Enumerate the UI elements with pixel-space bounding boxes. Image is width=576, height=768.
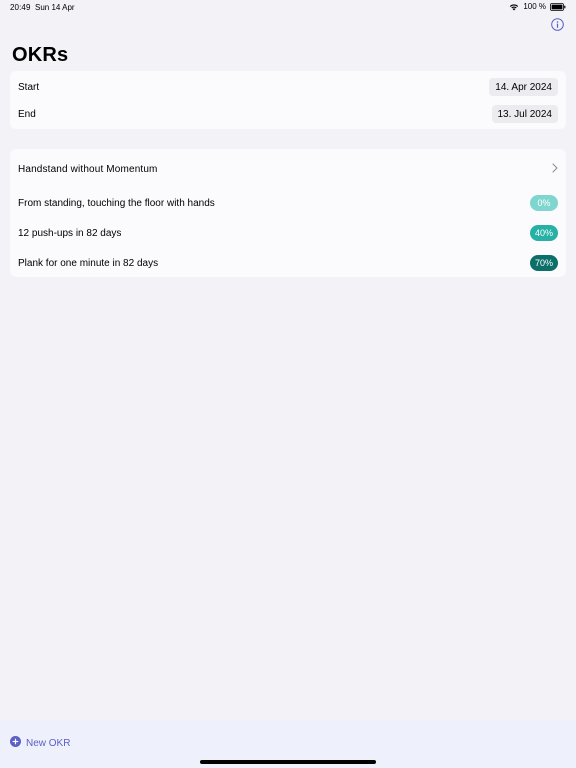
key-result-label: Plank for one minute in 82 days xyxy=(18,257,159,269)
chevron-right-icon xyxy=(552,160,558,178)
status-right: 100 % xyxy=(509,2,566,11)
okr-screen: 20:49 Sun 14 Apr 100 % OKRs Start 14. Ap… xyxy=(0,0,576,768)
end-date-row: End 13. Jul 2024 xyxy=(10,105,566,123)
battery-icon xyxy=(550,2,566,11)
key-result-row[interactable]: 12 push-ups in 82 days 40% xyxy=(10,224,566,242)
status-date: Sun 14 Apr xyxy=(35,3,75,12)
info-button[interactable] xyxy=(550,18,564,36)
new-okr-label: New OKR xyxy=(26,737,71,749)
progress-badge: 40% xyxy=(530,225,558,241)
end-label: End xyxy=(18,108,36,120)
progress-badge: 0% xyxy=(530,195,558,211)
wifi-icon xyxy=(509,3,519,11)
page-title: OKRs xyxy=(12,44,69,66)
progress-badge: 70% xyxy=(530,255,558,271)
key-result-row[interactable]: Plank for one minute in 82 days 70% xyxy=(10,254,566,272)
key-result-label: From standing, touching the floor with h… xyxy=(18,197,215,209)
bottom-toolbar: New OKR xyxy=(0,720,576,768)
key-result-label: 12 push-ups in 82 days xyxy=(18,227,122,239)
status-time: 20:49 xyxy=(10,3,31,12)
battery-percent: 100 % xyxy=(523,2,546,11)
home-indicator[interactable] xyxy=(200,760,376,764)
objective-title: Handstand without Momentum xyxy=(18,163,158,175)
start-date-picker[interactable]: 14. Apr 2024 xyxy=(489,78,558,96)
start-label: Start xyxy=(18,81,40,93)
status-bar: 20:49 Sun 14 Apr 100 % xyxy=(0,0,576,14)
start-date-row: Start 14. Apr 2024 xyxy=(10,78,566,96)
plus-circle-icon xyxy=(10,736,21,750)
dates-card: Start 14. Apr 2024 End 13. Jul 2024 xyxy=(10,71,566,129)
objective-card: Handstand without Momentum From standing… xyxy=(10,149,566,277)
new-okr-button[interactable]: New OKR xyxy=(10,736,70,750)
end-date-picker[interactable]: 13. Jul 2024 xyxy=(491,105,558,123)
objective-row[interactable]: Handstand without Momentum xyxy=(10,161,566,177)
info-circle-icon xyxy=(550,18,564,36)
key-result-row[interactable]: From standing, touching the floor with h… xyxy=(10,194,566,212)
